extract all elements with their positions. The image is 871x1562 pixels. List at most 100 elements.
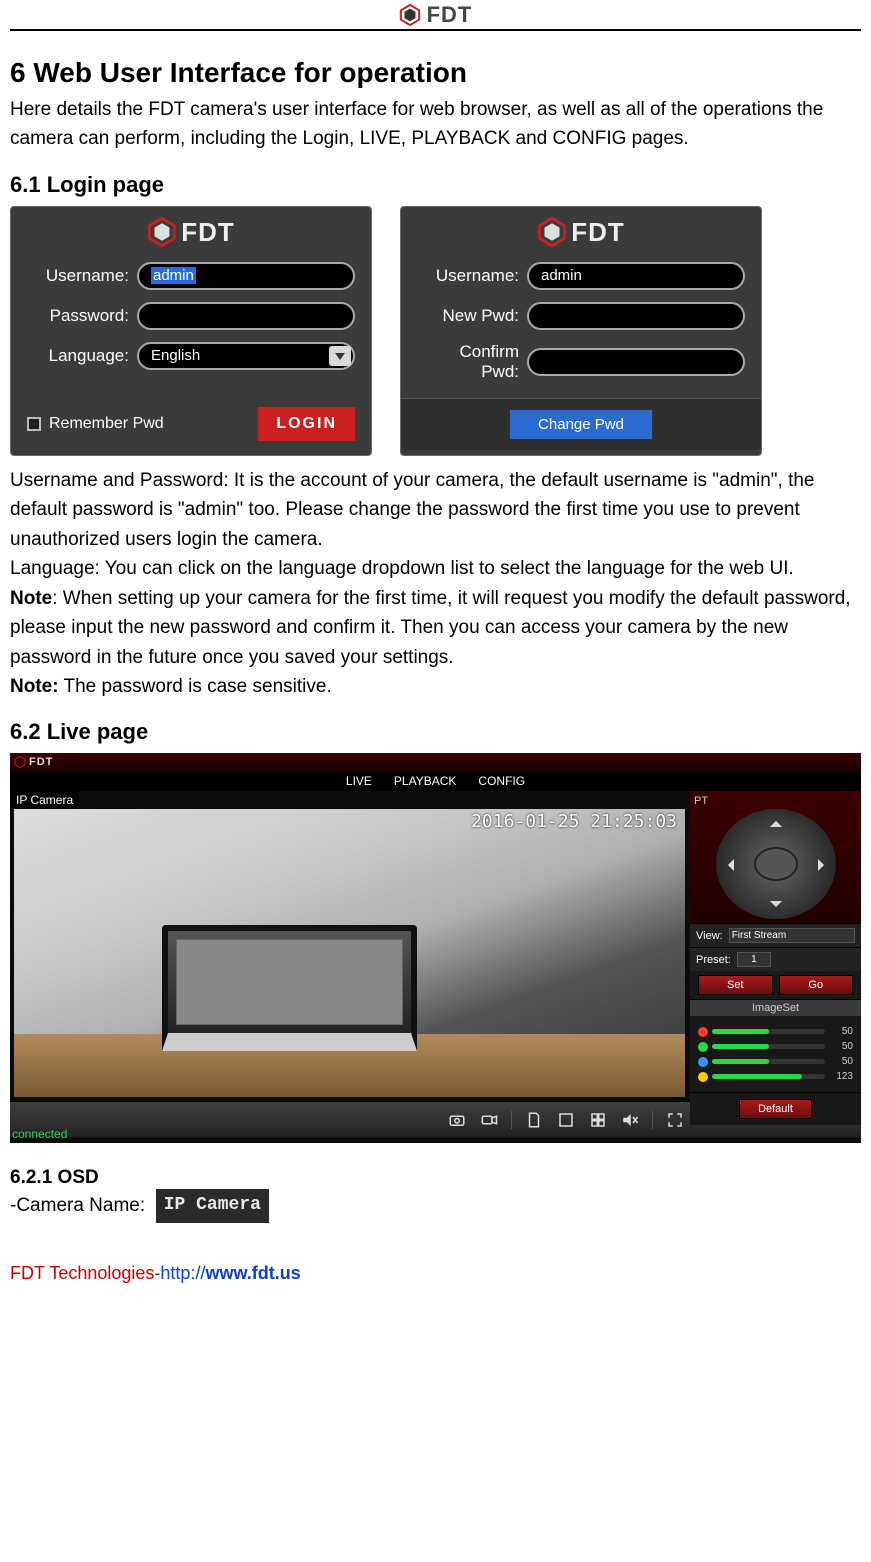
ptz-dpad[interactable] <box>716 809 836 919</box>
ptz-center-button[interactable] <box>754 847 798 881</box>
osd-timestamp: 2016-01-25 21:25:03 <box>471 811 677 832</box>
camera-name-label: -Camera Name: <box>10 1195 145 1216</box>
change-password-panel: FDT Username: admin New Pwd: Confirm Pwd… <box>400 206 762 456</box>
arrow-down-icon[interactable] <box>770 901 782 913</box>
view-row: View: First Stream <box>690 923 861 947</box>
brand-text: FDT <box>571 217 625 247</box>
footer-url-host: www.fdt.us <box>205 1263 300 1283</box>
footer-company: FDT Technologies- <box>10 1263 160 1283</box>
sdcard-icon[interactable] <box>524 1111 544 1129</box>
fullscreen-icon[interactable] <box>665 1111 685 1129</box>
brand-hex-icon <box>147 217 177 247</box>
toolbar-separator <box>511 1111 512 1129</box>
live-tabs: LIVE PLAYBACK CONFIG <box>10 771 861 791</box>
paragraph-language: Language: You can click on the language … <box>10 554 861 583</box>
document-header: FDT <box>10 0 861 31</box>
preset-row: Preset: 1 <box>690 947 861 971</box>
chevron-down-icon[interactable] <box>329 346 351 366</box>
tab-playback[interactable]: PLAYBACK <box>394 774 456 788</box>
arrow-right-icon[interactable] <box>818 859 830 871</box>
live-video-area[interactable]: 2016-01-25 21:25:03 <box>14 809 685 1097</box>
language-label: Language: <box>27 346 137 366</box>
change-password-button[interactable]: Change Pwd <box>509 409 653 440</box>
snapshot-icon[interactable] <box>447 1111 467 1129</box>
login-panel-logo: FDT <box>27 217 355 248</box>
image-slider[interactable]: 50 <box>698 1041 853 1052</box>
osd-camera-name: IP Camera <box>10 791 79 809</box>
tab-config[interactable]: CONFIG <box>478 774 525 788</box>
username-input[interactable]: admin <box>137 262 355 290</box>
section-6-1-title: 6.1 Login page <box>10 172 861 198</box>
single-view-icon[interactable] <box>556 1111 576 1129</box>
slider-value: 123 <box>829 1071 853 1082</box>
view-label: View: <box>696 930 723 942</box>
username-label: Username: <box>417 266 527 286</box>
section-6-2-1-title: 6.2.1 OSD <box>10 1167 861 1189</box>
pt-title: PT <box>694 795 857 807</box>
arrow-up-icon[interactable] <box>770 815 782 827</box>
arrow-left-icon[interactable] <box>722 859 734 871</box>
osd-camera-name-badge: IP Camera <box>156 1189 269 1223</box>
login-panel: FDT Username: admin Password: Language: … <box>10 206 372 456</box>
slider-value: 50 <box>829 1041 853 1052</box>
brand-hex-icon <box>14 756 26 768</box>
confirm-password-label: Confirm Pwd: <box>417 342 527 382</box>
login-button[interactable]: LOGIN <box>258 407 355 441</box>
preset-go-button[interactable]: Go <box>779 975 854 995</box>
brand-text: FDT <box>181 217 235 247</box>
note-text: : When setting up your camera for the fi… <box>10 588 851 668</box>
paragraph-userpass: Username and Password: It is the account… <box>10 466 861 554</box>
note-label: Note: <box>10 676 59 697</box>
preset-label: Preset: <box>696 954 731 966</box>
slider-track[interactable] <box>712 1074 825 1079</box>
language-select[interactable]: English <box>137 342 355 370</box>
change-panel-logo: FDT <box>417 217 745 248</box>
preset-set-button[interactable]: Set <box>698 975 773 995</box>
new-password-input[interactable] <box>527 302 745 330</box>
note-label: Note <box>10 588 52 609</box>
live-titlebar: FDT <box>10 753 861 771</box>
password-input[interactable] <box>137 302 355 330</box>
tab-live[interactable]: LIVE <box>346 774 372 788</box>
brand-text: FDT <box>427 2 473 28</box>
section-6-2-title: 6.2 Live page <box>10 719 861 745</box>
slider-icon <box>698 1027 708 1037</box>
section-6-intro: Here details the FDT camera's user inter… <box>10 95 861 154</box>
preset-select[interactable]: 1 <box>737 952 771 967</box>
osd-camera-name-row: -Camera Name: IP Camera <box>10 1189 861 1223</box>
slider-value: 50 <box>829 1056 853 1067</box>
checkbox-icon <box>27 417 41 431</box>
record-icon[interactable] <box>479 1111 499 1129</box>
confirm-password-input[interactable] <box>527 348 745 376</box>
username-label: Username: <box>27 266 137 286</box>
toolbar-separator <box>652 1111 653 1129</box>
default-button[interactable]: Default <box>739 1099 812 1119</box>
brand-hex-icon <box>537 217 567 247</box>
remember-label: Remember Pwd <box>49 415 164 433</box>
slider-track[interactable] <box>712 1059 825 1064</box>
mute-icon[interactable] <box>620 1111 640 1129</box>
password-label: Password: <box>27 306 137 326</box>
username-input[interactable]: admin <box>527 262 745 290</box>
image-slider[interactable]: 50 <box>698 1056 853 1067</box>
slider-track[interactable] <box>712 1029 825 1034</box>
imageset-title: ImageSet <box>690 999 861 1016</box>
section-6-title: 6 Web User Interface for operation <box>10 57 861 89</box>
grid-view-icon[interactable] <box>588 1111 608 1129</box>
page-footer: FDT Technologies-http://www.fdt.us <box>10 1263 861 1284</box>
live-page-screenshot: FDT LIVE PLAYBACK CONFIG IP Camera 2016-… <box>10 753 861 1143</box>
view-select[interactable]: First Stream <box>729 928 855 943</box>
login-panels: FDT Username: admin Password: Language: … <box>10 206 861 456</box>
connection-status: connected <box>12 1127 67 1141</box>
live-right-panel: PT View: First Stream Preset: 1 Set G <box>689 791 861 1101</box>
brand-hex-icon <box>399 4 421 26</box>
footer-url-proto: http:// <box>160 1263 205 1283</box>
slider-track[interactable] <box>712 1044 825 1049</box>
slider-icon <box>698 1072 708 1082</box>
slider-value: 50 <box>829 1026 853 1037</box>
new-password-label: New Pwd: <box>417 306 527 326</box>
pt-control-group: PT <box>690 791 861 923</box>
remember-password-checkbox[interactable]: Remember Pwd <box>27 415 164 433</box>
image-slider[interactable]: 50 <box>698 1026 853 1037</box>
image-slider[interactable]: 123 <box>698 1071 853 1082</box>
